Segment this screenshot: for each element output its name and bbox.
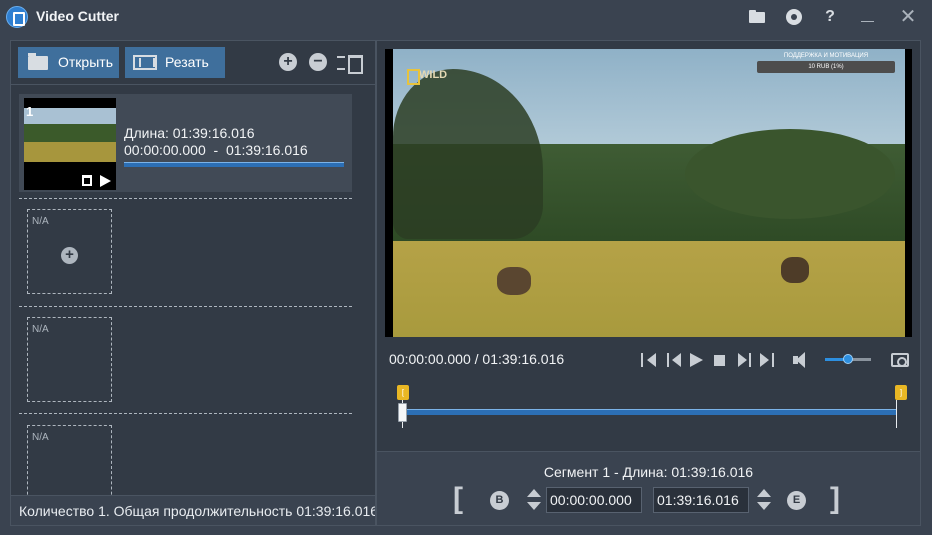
clip-index: 1: [26, 104, 34, 119]
set-start-bracket[interactable]: [: [453, 484, 463, 514]
divider: [19, 413, 352, 414]
segment-title: Сегмент 1 - Длина: 01:39:16.016: [543, 464, 754, 480]
volume-slider[interactable]: [825, 354, 871, 364]
clip-thumbnail: 1: [24, 98, 116, 190]
decrement-icon[interactable]: [527, 502, 541, 510]
clip-progress-bar: [124, 162, 344, 167]
end-marker[interactable]: ]: [895, 385, 907, 400]
previous-frame-icon[interactable]: [667, 353, 681, 367]
title-bar: Video Cutter ? ✕: [0, 0, 932, 34]
begin-marker-button[interactable]: B: [490, 491, 509, 510]
player-panel: WILD ПОДДЕРЖКА И МОТИВАЦИЯ 10 RUB (1%) 0…: [376, 40, 921, 526]
minimize-icon[interactable]: [857, 6, 879, 28]
snapshot-camera-icon[interactable]: [891, 353, 909, 367]
start-time-stepper[interactable]: [527, 489, 541, 511]
status-bar: Количество 1. Общая продолжительность 01…: [11, 495, 375, 525]
open-folder-icon[interactable]: [746, 6, 768, 28]
help-icon[interactable]: ?: [819, 6, 841, 28]
start-time-field[interactable]: [546, 487, 642, 513]
empty-slot[interactable]: N/A: [27, 317, 112, 402]
set-end-bracket[interactable]: ]: [830, 484, 840, 514]
status-text: Количество 1. Общая продолжительность 01…: [19, 503, 375, 519]
remove-icon[interactable]: −: [309, 53, 327, 71]
volume-icon[interactable]: [793, 352, 811, 368]
slot-label: N/A: [32, 432, 49, 443]
divider: [19, 306, 352, 307]
volume-knob[interactable]: [843, 354, 853, 364]
go-to-start-icon[interactable]: [641, 353, 656, 367]
clip-length: Длина: 01:39:16.016: [124, 125, 255, 141]
end-time-field[interactable]: [653, 487, 749, 513]
go-to-end-icon[interactable]: [760, 353, 774, 367]
app-logo-icon: [6, 6, 28, 28]
clip-toolbar: Открыть Резать + −: [11, 41, 375, 85]
settings-gear-icon[interactable]: [783, 6, 805, 28]
play-icon[interactable]: [100, 175, 111, 187]
end-time-stepper[interactable]: [757, 489, 771, 511]
playhead-handle[interactable]: [398, 403, 407, 422]
timeline[interactable]: [ ]: [397, 385, 907, 433]
open-button[interactable]: Открыть: [18, 47, 119, 78]
end-marker-line: [896, 400, 897, 428]
timeline-track[interactable]: [402, 409, 896, 415]
app-title: Video Cutter: [36, 8, 119, 24]
next-frame-icon[interactable]: [737, 353, 751, 367]
segment-editor: Сегмент 1 - Длина: 01:39:16.016 [ B E ]: [377, 451, 920, 525]
start-marker[interactable]: [: [397, 385, 409, 400]
overlay-title: ПОДДЕРЖКА И МОТИВАЦИЯ: [783, 53, 869, 59]
clip-range: 00:00:00.000 - 01:39:16.016: [124, 142, 308, 158]
increment-icon[interactable]: [757, 489, 771, 497]
channel-logo: WILD: [407, 69, 453, 85]
slot-label: N/A: [32, 216, 49, 227]
empty-slot[interactable]: N/A +: [27, 209, 112, 294]
film-icon: [133, 55, 157, 70]
increment-icon[interactable]: [527, 489, 541, 497]
time-display: 00:00:00.000 / 01:39:16.016: [389, 351, 565, 367]
add-icon[interactable]: +: [279, 53, 297, 71]
divider: [19, 198, 352, 199]
add-icon[interactable]: +: [61, 247, 78, 264]
stop-icon[interactable]: [714, 355, 725, 366]
end-marker-button[interactable]: E: [787, 491, 806, 510]
close-icon[interactable]: ✕: [897, 6, 919, 28]
decrement-icon[interactable]: [757, 502, 771, 510]
slot-label: N/A: [32, 324, 49, 335]
trash-icon[interactable]: [82, 175, 92, 186]
video-preview[interactable]: WILD ПОДДЕРЖКА И МОТИВАЦИЯ 10 RUB (1%): [385, 49, 912, 337]
clip-list-panel: Открыть Резать + − 1 Длина: 01:39:16.016…: [10, 40, 376, 526]
overlay-badge: 10 RUB (1%): [757, 61, 895, 73]
cut-button-label: Резать: [165, 54, 209, 70]
cut-button[interactable]: Резать: [125, 47, 225, 78]
play-icon[interactable]: [690, 353, 703, 367]
clear-list-icon[interactable]: [337, 53, 363, 74]
folder-icon: [28, 53, 48, 70]
open-button-label: Открыть: [58, 54, 113, 70]
clip-item[interactable]: 1 Длина: 01:39:16.016 00:00:00.000 - 01:…: [19, 94, 352, 192]
video-overlay: ПОДДЕРЖКА И МОТИВАЦИЯ 10 RUB (1%): [755, 53, 897, 77]
